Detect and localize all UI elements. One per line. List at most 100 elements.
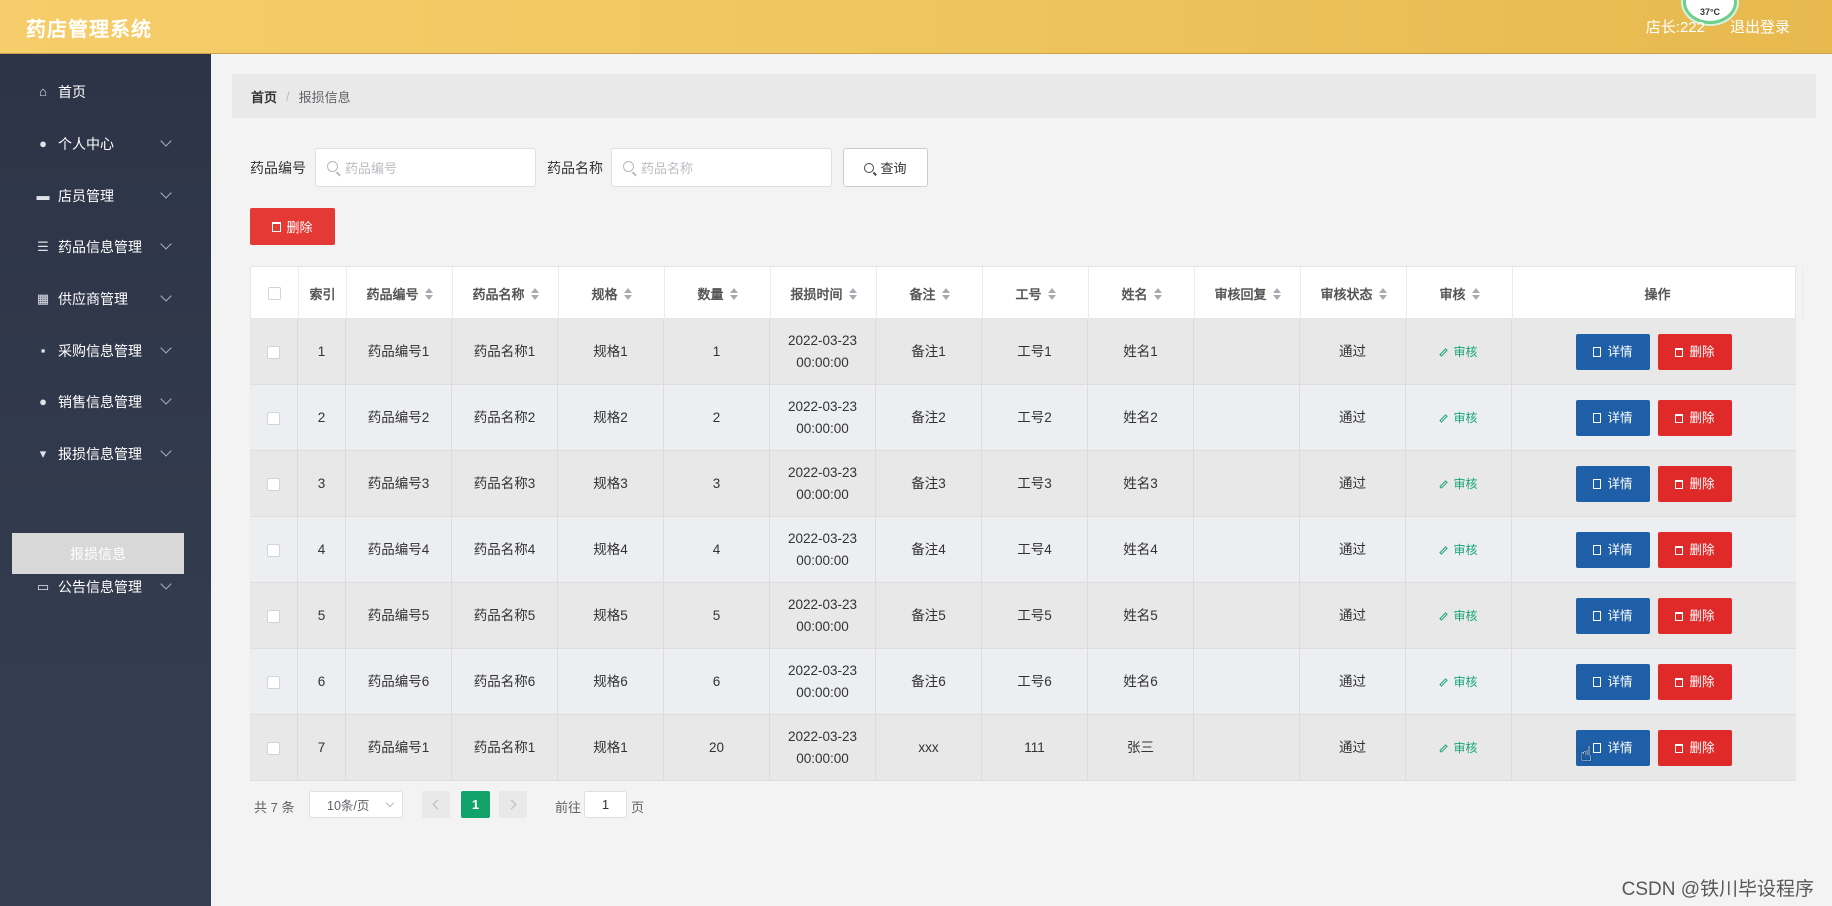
breadcrumb-home[interactable]: 首页 [251,87,277,106]
cell-reply [1194,319,1300,385]
column-header[interactable]: 工号 [983,267,1089,320]
cell-person: 姓名1 [1088,319,1194,385]
cell-status: 通过 [1300,319,1406,385]
edit-icon [1439,677,1449,687]
sort-icon[interactable] [1471,287,1480,300]
delete-button[interactable]: 删除 [1658,664,1732,700]
audit-label: 审核 [1453,477,1478,491]
delete-label: 删除 [1689,477,1715,491]
edit-icon [1439,611,1449,621]
detail-button[interactable]: 详情 [1576,664,1650,700]
table-row: 7 药品编号1 药品名称1 规格1 20 2022-03-23 00:00:00 xxx 111… [250,715,1796,781]
drug-code-field[interactable] [315,148,536,187]
column-header-label: 索引 [309,287,336,302]
sidebar-item-3[interactable]: ☰ 药品信息管理 [0,227,211,267]
column-header[interactable]: 审核 [1407,267,1513,320]
cell-status: 通过 [1300,715,1406,781]
column-header[interactable]: 规格 [559,267,665,320]
column-header[interactable]: 审核状态 [1301,267,1407,320]
sort-icon[interactable] [1153,287,1162,300]
row-checkbox[interactable] [267,477,280,491]
row-checkbox[interactable] [267,609,280,623]
sort-icon[interactable] [623,287,632,300]
sidebar-item-4[interactable]: ▦ 供应商管理 [0,279,211,319]
page-size-select[interactable]: 10条/页 [309,791,403,818]
goto-page-input[interactable] [584,791,627,818]
prev-page-button[interactable] [422,791,450,818]
column-header[interactable]: 药品编号 [347,267,453,320]
detail-button[interactable]: 详情 [1576,466,1650,502]
sort-icon[interactable] [1378,287,1387,300]
audit-link[interactable]: 审核 [1439,605,1478,627]
delete-button[interactable]: 删除 [1658,598,1732,634]
row-checkbox[interactable] [267,345,280,359]
cell-spec: 规格4 [558,517,664,583]
logout-link[interactable]: 退出登录 [1730,16,1790,37]
audit-link[interactable]: 审核 [1439,407,1478,429]
page-number-current[interactable]: 1 [461,791,490,818]
sidebar-item-8[interactable]: ▭ 公告信息管理 [0,567,211,607]
detail-button[interactable]: 详情 [1576,598,1650,634]
drug-name-input[interactable] [641,157,821,179]
sidebar-item-7[interactable]: ▾ 报损信息管理 [0,434,211,474]
drug-name-field[interactable] [611,148,832,187]
row-checkbox[interactable] [267,741,280,755]
select-all-checkbox[interactable] [268,287,281,300]
pagination-total: 共 7 条 [254,800,295,815]
audit-label: 审核 [1453,675,1478,689]
cell-idx: 6 [298,649,346,715]
detail-button[interactable]: 详情 [1576,334,1650,370]
row-checkbox[interactable] [267,411,280,425]
delete-button[interactable]: 删除 [1658,400,1732,436]
query-button[interactable]: 查询 [843,148,928,187]
column-header[interactable]: 姓名 [1089,267,1195,320]
column-header[interactable]: 药品名称 [453,267,559,320]
delete-button[interactable]: 删除 [1658,334,1732,370]
column-header[interactable]: 报损时间 [771,267,877,320]
next-page-button[interactable] [499,791,527,818]
document-icon [1593,545,1602,555]
actions-cell: 详情 删除 [1512,385,1802,451]
search-icon [864,162,875,173]
loss-date: 2022-03-23 [787,399,858,414]
audit-link[interactable]: 审核 [1439,341,1478,363]
cell-person: 姓名5 [1088,583,1194,649]
loss-time-cell: 2022-03-23 00:00:00 [770,517,876,583]
detail-button[interactable]: 详情 [1576,532,1650,568]
detail-button[interactable]: 详情 [1576,400,1650,436]
sidebar-item-0[interactable]: ⌂ 首页 [0,72,211,112]
cell-note: 备注3 [876,451,982,517]
delete-button[interactable]: 删除 [1658,466,1732,502]
column-header[interactable]: 备注 [877,267,983,320]
audit-link[interactable]: 审核 [1439,737,1478,759]
sidebar-item-2[interactable]: ▬ 店员管理 [0,176,211,216]
sidebar-item-5[interactable]: ▪ 采购信息管理 [0,331,211,371]
sidebar-item-6[interactable]: ● 销售信息管理 [0,382,211,422]
delete-button[interactable]: 删除 [1658,532,1732,568]
cell-qty: 20 [664,715,770,781]
audit-link[interactable]: 审核 [1439,473,1478,495]
sort-icon[interactable] [1272,287,1281,300]
edit-icon [1439,479,1449,489]
table-row: 5 药品编号5 药品名称5 规格5 5 2022-03-23 00:00:00 备注5 工号5 姓… [250,583,1796,649]
row-checkbox[interactable] [267,543,280,557]
sort-icon[interactable] [848,287,857,300]
delete-button[interactable]: 删除 [1658,730,1732,766]
audit-link[interactable]: 审核 [1439,539,1478,561]
drug-code-input[interactable] [345,157,525,179]
sort-icon[interactable] [729,287,738,300]
sort-icon[interactable] [530,287,539,300]
cell-code: 药品编号1 [346,319,452,385]
sort-icon[interactable] [1047,287,1056,300]
audit-link[interactable]: 审核 [1439,671,1478,693]
sidebar-item-1[interactable]: ● 个人中心 [0,124,211,164]
bulk-delete-button[interactable]: 删除 [250,208,335,245]
sort-icon[interactable] [424,287,433,300]
row-checkbox[interactable] [267,675,280,689]
column-header[interactable]: 审核回复 [1195,267,1301,320]
table-row: 6 药品编号6 药品名称6 规格6 6 2022-03-23 00:00:00 备注6 工号6 姓… [250,649,1796,715]
delete-label: 删除 [1689,609,1715,623]
column-header[interactable]: 数量 [665,267,771,320]
loss-date: 2022-03-23 [787,729,858,744]
sort-icon[interactable] [941,287,950,300]
